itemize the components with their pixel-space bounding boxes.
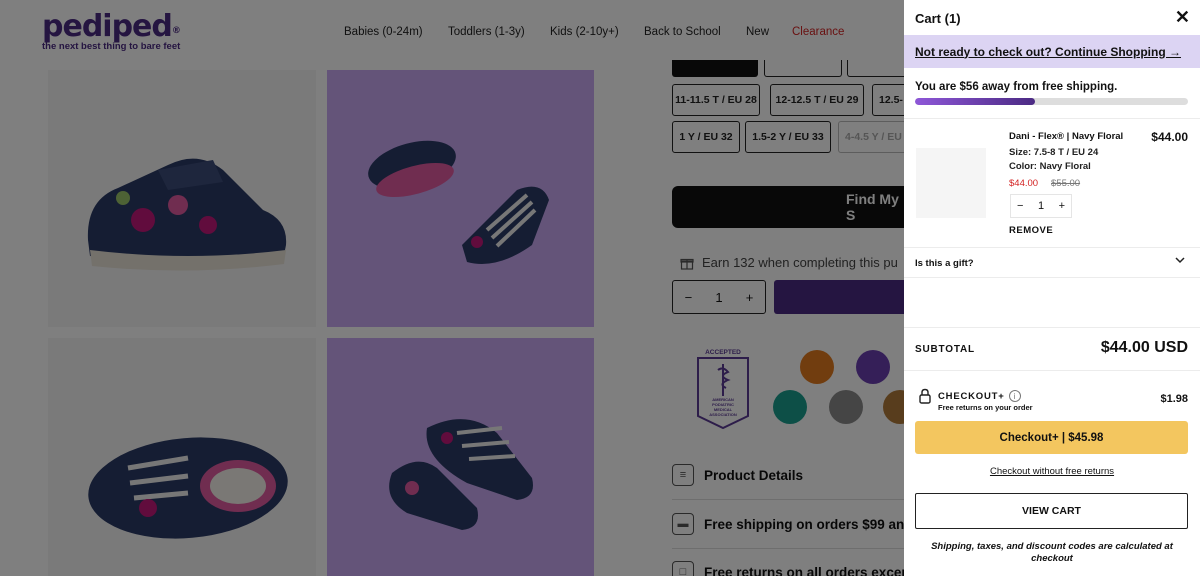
lock-icon <box>919 388 931 404</box>
view-cart-button[interactable]: VIEW CART <box>915 493 1188 529</box>
continue-shopping-bar: Not ready to check out? Continue Shoppin… <box>904 35 1200 68</box>
subtotal-label: SUBTOTAL <box>915 344 975 355</box>
subtotal-value: $44.00 USD <box>1100 339 1188 356</box>
cart-count: (1) <box>944 11 961 26</box>
cart-item-image[interactable] <box>916 148 986 218</box>
remove-item-button[interactable]: REMOVE <box>1009 225 1053 236</box>
cart-qty-value: 1 <box>1037 200 1045 212</box>
checkoutplus-subtitle: Free returns on your order <box>938 403 1033 412</box>
close-icon[interactable]: ✕ <box>1175 7 1190 28</box>
cart-drawer: Cart (1) ✕ Not ready to check out? Conti… <box>904 0 1200 576</box>
cart-title-label: Cart <box>915 11 942 26</box>
info-icon[interactable]: i <box>1008 390 1021 402</box>
modal-backdrop[interactable] <box>0 0 904 576</box>
cart-title: Cart (1) <box>915 11 961 26</box>
checkoutplus-title: CHECKOUT+ <box>938 390 1005 402</box>
checkoutplus-price: $1.98 <box>1160 393 1188 405</box>
checkout-plus-button[interactable]: Checkout+ | $45.98 <box>915 421 1188 454</box>
checkout-footnote: Shipping, taxes, and discount codes are … <box>931 541 1173 564</box>
cart-item-original-price: $55.00 <box>1051 178 1081 189</box>
divider <box>904 327 1200 328</box>
checkoutplus-label: CHECKOUT+ i <box>938 390 1021 402</box>
divider <box>904 370 1200 371</box>
free-shipping-progress <box>915 98 1188 105</box>
cart-qty-increase-button[interactable]: + <box>1059 200 1065 212</box>
free-shipping-message: You are $56 away from free shipping. <box>915 81 1118 93</box>
cart-qty-decrease-button[interactable]: − <box>1017 200 1023 212</box>
cart-item-color: Color: Navy Floral <box>1009 161 1091 172</box>
free-shipping-progress-fill <box>915 98 1036 105</box>
cart-item-price: $44.00 <box>1151 130 1188 144</box>
cart-item-sale-price: $44.00 <box>1009 178 1039 189</box>
cart-item-name[interactable]: Dani - Flex® | Navy Floral <box>1009 131 1123 142</box>
divider <box>904 118 1200 119</box>
gift-toggle-label[interactable]: Is this a gift? <box>915 258 974 269</box>
continue-shopping-link[interactable]: Not ready to check out? Continue Shoppin… <box>915 45 1181 59</box>
cart-quantity-stepper: − 1 + <box>1010 194 1072 218</box>
chevron-down-icon[interactable] <box>1174 254 1186 269</box>
divider <box>904 277 1200 278</box>
checkout-without-returns-link[interactable]: Checkout without free returns <box>904 466 1200 477</box>
cart-item-size: Size: 7.5-8 T / EU 24 <box>1009 147 1099 158</box>
divider <box>904 247 1200 248</box>
